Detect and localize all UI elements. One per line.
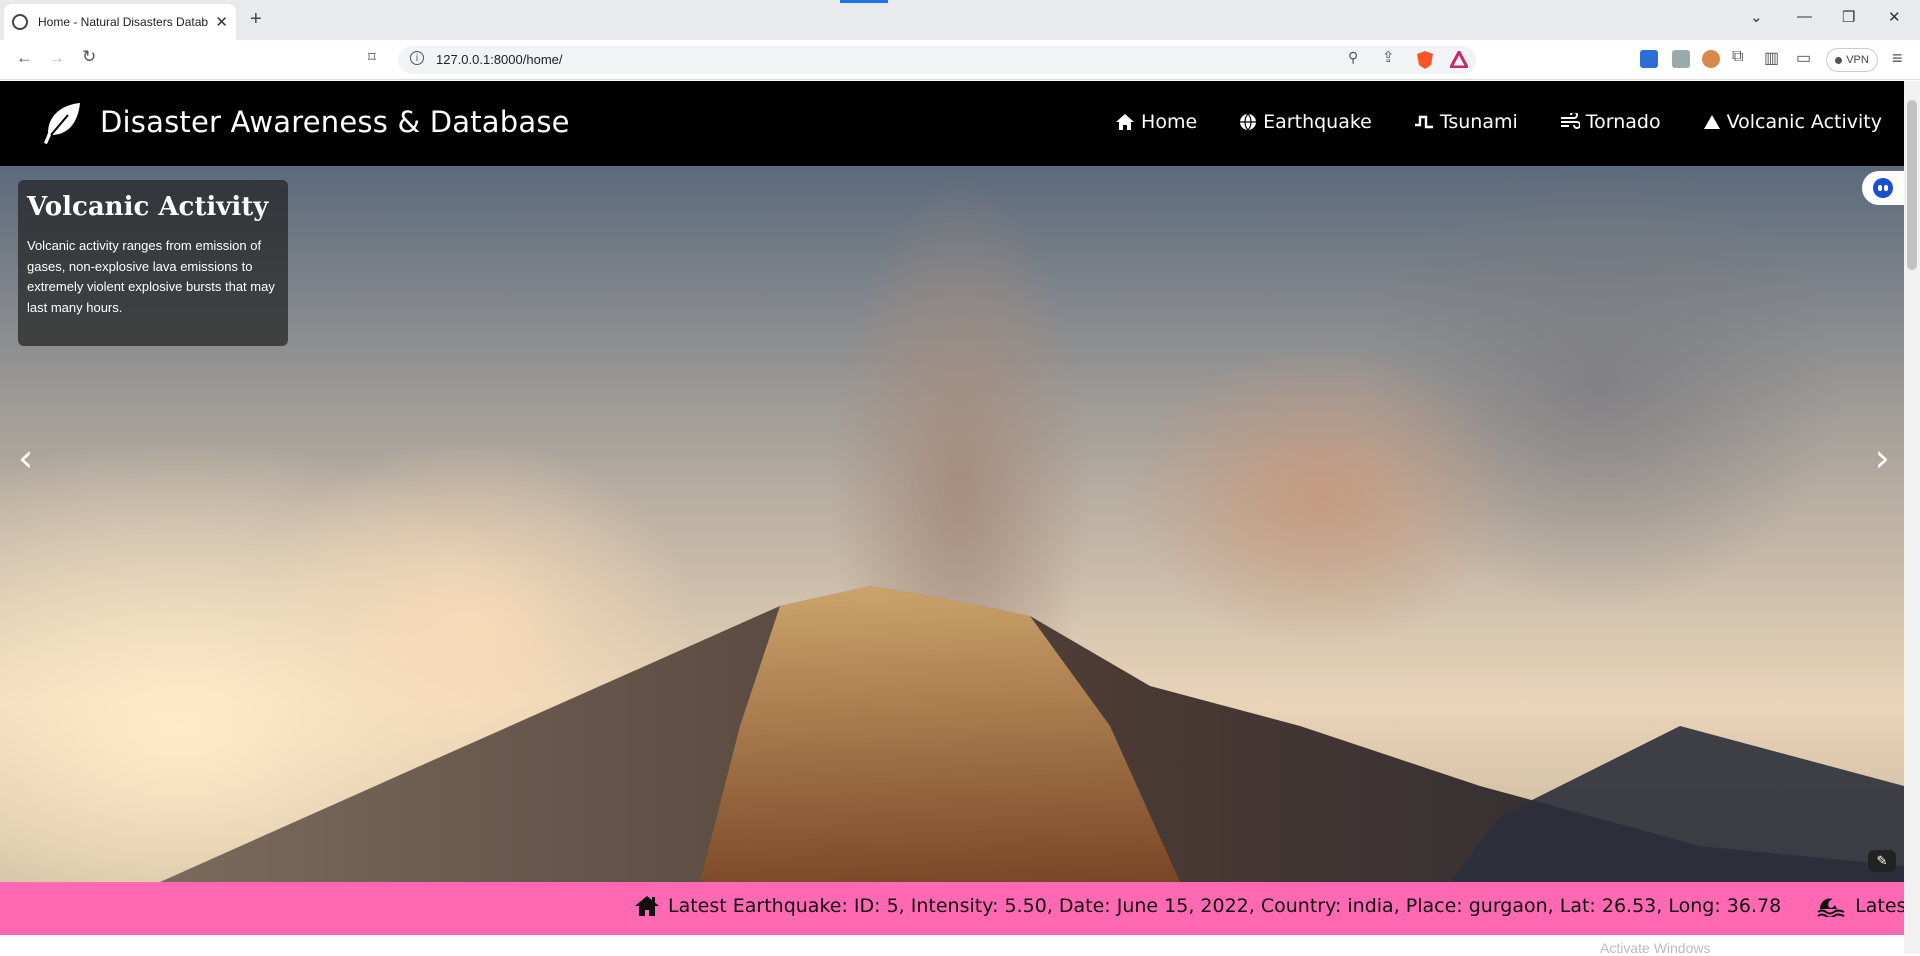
- bookmark-icon[interactable]: ⌑: [368, 48, 376, 66]
- chat-assistant-button[interactable]: [1862, 171, 1904, 205]
- nav-tsunami-label: Tsunami: [1439, 111, 1518, 133]
- globe-favicon-icon: [12, 14, 28, 30]
- tab-loading-indicator: [840, 0, 888, 3]
- scrollbar-thumb[interactable]: [1907, 100, 1917, 270]
- nav-tornado[interactable]: Tornado: [1560, 111, 1661, 133]
- triangle-icon: [1703, 115, 1720, 129]
- extension-2-icon[interactable]: [1672, 50, 1690, 68]
- carousel-caption: Volcanic Activity Volcanic activity rang…: [18, 180, 288, 346]
- tab-title: Home - Natural Disasters Datab: [38, 15, 209, 29]
- nav-home[interactable]: Home: [1115, 111, 1197, 133]
- new-tab-icon[interactable]: +: [250, 8, 262, 31]
- magic-wand-icon[interactable]: ✎: [1868, 850, 1896, 872]
- browser-tab[interactable]: Home - Natural Disasters Datab ✕: [4, 4, 236, 40]
- vpn-status-dot: [1835, 56, 1843, 64]
- brave-shield-icon[interactable]: [1416, 50, 1434, 70]
- site-info-icon[interactable]: i: [410, 51, 424, 65]
- hero-carousel: Volcanic Activity Volcanic activity rang…: [0, 166, 1904, 882]
- vpn-label: VPN: [1846, 54, 1869, 66]
- chat-bot-icon: [1873, 178, 1893, 198]
- globe-icon: [1240, 113, 1257, 131]
- ticker-tsunami[interactable]: Latest Tsunami: I: [1855, 895, 1904, 917]
- close-window-icon[interactable]: ✕: [1888, 8, 1901, 26]
- ticker-earthquake[interactable]: Latest Earthquake: ID: 5, Intensity: 5.5…: [668, 895, 1781, 917]
- browser-tabbar: Home - Natural Disasters Datab ✕ + ⌄ — ❐…: [0, 0, 1920, 40]
- wallet-icon[interactable]: ▭: [1796, 48, 1811, 68]
- url-text[interactable]: 127.0.0.1:8000/home/: [436, 52, 563, 67]
- carousel-prev-arrow-icon[interactable]: ‹: [18, 436, 33, 480]
- extension-1-icon[interactable]: [1640, 50, 1658, 68]
- extension-3-icon[interactable]: [1702, 50, 1720, 68]
- tsunami-wave-icon: [1817, 898, 1845, 917]
- menu-icon[interactable]: ≡: [1892, 48, 1903, 69]
- close-tab-icon[interactable]: ✕: [215, 13, 228, 31]
- nav-volcanic-activity[interactable]: Volcanic Activity: [1703, 111, 1882, 133]
- reload-icon[interactable]: ↻: [82, 47, 96, 67]
- zoom-icon[interactable]: ⚲: [1348, 49, 1358, 66]
- vpn-button[interactable]: VPN: [1826, 48, 1878, 72]
- share-icon[interactable]: ⇪: [1382, 48, 1395, 66]
- ticker-content: Latest Earthquake: ID: 5, Intensity: 5.5…: [634, 895, 1904, 917]
- site-navbar: Disaster Awareness & Database Home Earth…: [0, 81, 1904, 166]
- wave-icon: [1414, 115, 1433, 129]
- brand-title[interactable]: Disaster Awareness & Database: [100, 105, 570, 139]
- sidebar-icon[interactable]: ▥: [1764, 48, 1779, 68]
- forward-icon[interactable]: →: [48, 48, 65, 68]
- nav-earthquake-label: Earthquake: [1263, 111, 1372, 133]
- extensions-icon[interactable]: ⧉: [1732, 48, 1743, 66]
- caption-title: Volcanic Activity: [27, 192, 269, 222]
- caption-text: Volcanic activity ranges from emission o…: [27, 238, 275, 315]
- minimize-icon[interactable]: —: [1797, 8, 1812, 25]
- nav-home-label: Home: [1141, 111, 1198, 133]
- nav-earthquake[interactable]: Earthquake: [1239, 111, 1372, 133]
- restore-icon[interactable]: ❐: [1842, 8, 1855, 26]
- feather-logo-icon[interactable]: [38, 99, 86, 147]
- back-icon[interactable]: ←: [16, 48, 33, 68]
- brave-rewards-icon[interactable]: [1450, 51, 1468, 68]
- nav-volcanic-label: Volcanic Activity: [1726, 111, 1882, 133]
- nav-links: Home Earthquake Tsunami Tornado Volcanic…: [1115, 111, 1882, 133]
- wind-icon: [1560, 113, 1580, 129]
- nav-tornado-label: Tornado: [1585, 111, 1661, 133]
- tab-search-icon[interactable]: ⌄: [1750, 8, 1763, 26]
- home-icon: [1116, 114, 1135, 130]
- carousel-next-arrow-icon[interactable]: ›: [1875, 436, 1890, 480]
- nav-tsunami[interactable]: Tsunami: [1414, 111, 1518, 133]
- news-ticker: Latest Earthquake: ID: 5, Intensity: 5.5…: [0, 882, 1904, 935]
- house-icon: [635, 896, 659, 916]
